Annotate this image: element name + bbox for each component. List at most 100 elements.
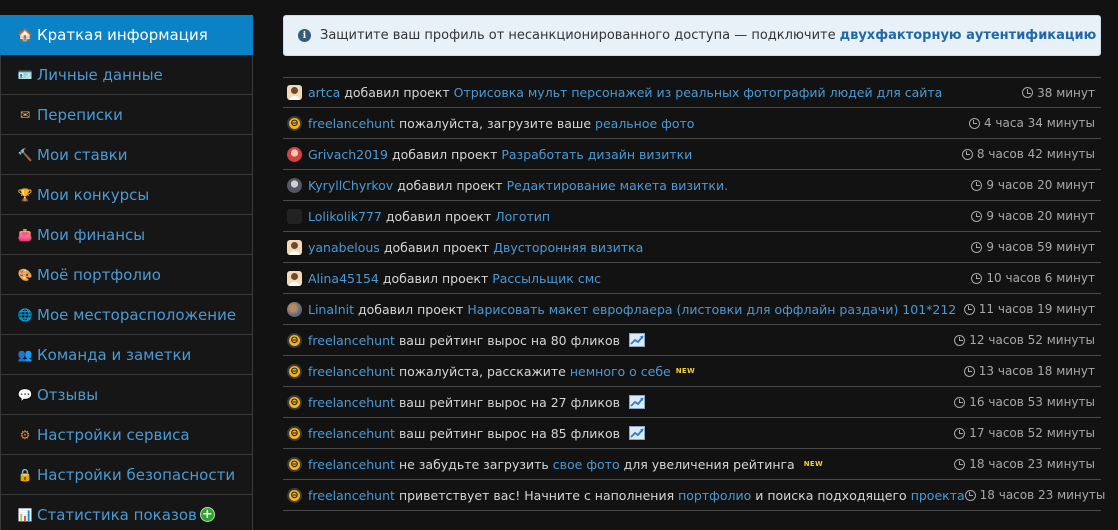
feed-link[interactable]: портфолио (678, 488, 751, 503)
team-icon: 👥 (17, 347, 33, 362)
feed-username-link[interactable]: LinaInit (308, 302, 354, 317)
feed-time-value: 16 часов 53 минуты (969, 395, 1095, 409)
feed-link[interactable]: Нарисовать макет еврофлаера (листовки дл… (467, 302, 956, 317)
sidebar-item-2[interactable]: ✉ Переписки (0, 95, 253, 135)
clock-icon (961, 148, 973, 160)
feed-link[interactable]: реальное фото (595, 116, 694, 131)
sidebar-item-1[interactable]: 🪪 Личные данные (0, 55, 253, 95)
feed-time-value: 38 минут (1037, 85, 1095, 100)
feed-action-text: добавил проект (344, 85, 450, 100)
sidebar-item-11[interactable]: 🔒 Настройки безопасности (0, 455, 253, 495)
envelope-icon: ✉ (19, 107, 31, 122)
feed-link[interactable]: Двусторонняя визитка (493, 240, 643, 255)
freelancehunt-logo-icon[interactable]: ⊖ (287, 332, 302, 348)
feed-action-text: пожалуйста, загрузите ваше (398, 115, 592, 131)
freelancehunt-logo-icon[interactable]: ⊖ (287, 115, 302, 131)
sidebar-item-label: Краткая информация (37, 26, 208, 44)
sidebar-item-9[interactable]: 💬 Отзывы (0, 375, 253, 415)
feed-time-value: 4 часа 34 минуты (983, 116, 1095, 130)
sidebar-item-12[interactable]: 📊 Статистика показов + (0, 495, 253, 530)
sidebar-item-label: Личные данные (37, 65, 163, 84)
feed-action-text: ваш рейтинг вырос на 85 фликов (398, 425, 620, 441)
feed-time-value: 18 часов 23 минуты (979, 488, 1106, 502)
feed-row: ⊖ freelancehunt ваш рейтинг вырос на 80 фл… (283, 325, 1101, 356)
clock-icon (971, 179, 983, 191)
user-avatar[interactable] (287, 177, 302, 193)
freelancehunt-logo-icon[interactable]: ⊖ (287, 487, 302, 503)
feed-timestamp: 16 часов 53 минуты (954, 395, 1095, 409)
feed-username-link[interactable]: freelancehunt (308, 395, 395, 410)
gavel-icon: 🔨 (17, 147, 33, 162)
feed-username-link[interactable]: Lolikolik777 (308, 209, 382, 224)
feed-username-link[interactable]: freelancehunt (308, 426, 395, 441)
freelancehunt-logo-icon[interactable]: ⊖ (287, 456, 302, 472)
freelancehunt-logo-icon[interactable]: ⊖ (287, 394, 302, 410)
feed-time-value: 12 часов 52 минуты (969, 333, 1095, 347)
feed-username-link[interactable]: Alina45154 (308, 271, 379, 286)
feed-action-text: добавил проект (385, 208, 492, 224)
feed-link[interactable]: немного о себе (570, 364, 671, 379)
feed-timestamp: 11 часов 19 минут (963, 302, 1095, 316)
feed-username-link[interactable]: freelancehunt (308, 488, 395, 503)
feed-username-link[interactable]: freelancehunt (308, 364, 395, 379)
feed-username-link[interactable]: KyryllChyrkov (308, 178, 393, 193)
feed-action-text: ваш рейтинг вырос на 80 фликов (398, 332, 620, 348)
sidebar-item-label: Переписки (37, 105, 123, 124)
feed-timestamp: 13 часов 18 минут (963, 364, 1095, 378)
sidebar-item-7[interactable]: 🌐 Мое месторасположение (0, 295, 253, 335)
sidebar-item-3[interactable]: 🔨 Мои ставки (0, 135, 253, 175)
feed-username-link[interactable]: artca (308, 85, 340, 100)
feed-link[interactable]: Отрисовка мульт персонажей из реальных ф… (454, 85, 943, 100)
feed-link[interactable]: Редактирование макета визитки. (507, 178, 729, 193)
new-badge: NEW (675, 367, 696, 375)
user-avatar-icon[interactable] (287, 270, 302, 286)
user-avatar-icon[interactable] (287, 239, 302, 255)
feed-row: ⊖ freelancehunt пожалуйста, расскажите немн… (283, 356, 1101, 387)
two-factor-link[interactable]: двухфакторную аутентификацию (840, 28, 1097, 43)
sidebar-item-4[interactable]: 🏆 Мои конкурсы (0, 175, 253, 215)
feed-row: Alina45154 добавил проект Рассыльщик смс 10… (283, 263, 1101, 294)
sidebar-item-5[interactable]: 👛 Мои финансы (0, 215, 253, 255)
sidebar-item-8[interactable]: 👥 Команда и заметки (0, 335, 253, 375)
sidebar-item-label: Статистика показов (37, 505, 197, 524)
user-avatar[interactable] (287, 146, 302, 162)
feed-link-secondary[interactable]: проекта (911, 488, 965, 503)
feed-username-link[interactable]: freelancehunt (308, 333, 395, 348)
feed-username-link[interactable]: Grivach2019 (308, 147, 388, 162)
feed-time-value: 17 часов 52 минуты (969, 426, 1095, 440)
feed-row: Lolikolik777 добавил проект Логотип 9 часов… (283, 201, 1101, 232)
user-avatar[interactable] (287, 208, 302, 224)
feed-link[interactable]: свое фото (553, 457, 620, 472)
sidebar-item-0[interactable]: 🏠 Краткая информация (0, 15, 253, 55)
sidebar-item-label: Мои конкурсы (37, 185, 150, 204)
feed-time-value: 8 часов 42 минуты (976, 147, 1095, 161)
feed-username-link[interactable]: freelancehunt (308, 116, 395, 131)
user-avatar[interactable] (287, 301, 302, 317)
globe-icon: 🌐 (17, 307, 33, 322)
sidebar-item-6[interactable]: 🎨 Моё портфолио (0, 255, 253, 295)
feed-row: ⊖ freelancehunt ваш рейтинг вырос на 85 фл… (283, 418, 1101, 449)
sidebar-item-10[interactable]: ⚙ Настройки сервиса (0, 415, 253, 455)
freelancehunt-logo-icon[interactable]: ⊖ (287, 363, 302, 379)
feed-action-text: добавил проект (358, 301, 464, 317)
feed-username-link[interactable]: yanabelous (308, 240, 380, 255)
sidebar-item-label: Команда и заметки (37, 345, 192, 364)
clock-icon (954, 396, 966, 408)
feed-username-link[interactable]: freelancehunt (308, 457, 395, 472)
feed-action-text: добавил проект (382, 270, 489, 286)
plus-icon[interactable]: + (199, 507, 215, 522)
feed-row: KyryllChyrkov добавил проект Редактировани… (283, 170, 1101, 201)
sidebar-item-label: Мои финансы (37, 225, 146, 244)
sidebar-item-label: Настройки безопасности (37, 465, 236, 484)
feed-after-text: для увеличения рейтинга (623, 456, 795, 472)
activity-feed: artca добавил проект Отрисовка мульт персо… (283, 77, 1105, 511)
feed-timestamp: 9 часов 20 минут (971, 178, 1095, 192)
user-avatar-icon[interactable] (287, 85, 302, 100)
feed-link[interactable]: Разработать дизайн визитки (501, 147, 692, 162)
feed-link[interactable]: Рассыльщик смс (492, 271, 601, 286)
rating-up-chart-icon (628, 426, 645, 440)
feed-after-text: и поиска подходящего (755, 487, 907, 503)
feed-timestamp: 4 часа 34 минуты (968, 116, 1095, 130)
feed-link[interactable]: Логотип (495, 209, 550, 224)
freelancehunt-logo-icon[interactable]: ⊖ (287, 425, 302, 441)
